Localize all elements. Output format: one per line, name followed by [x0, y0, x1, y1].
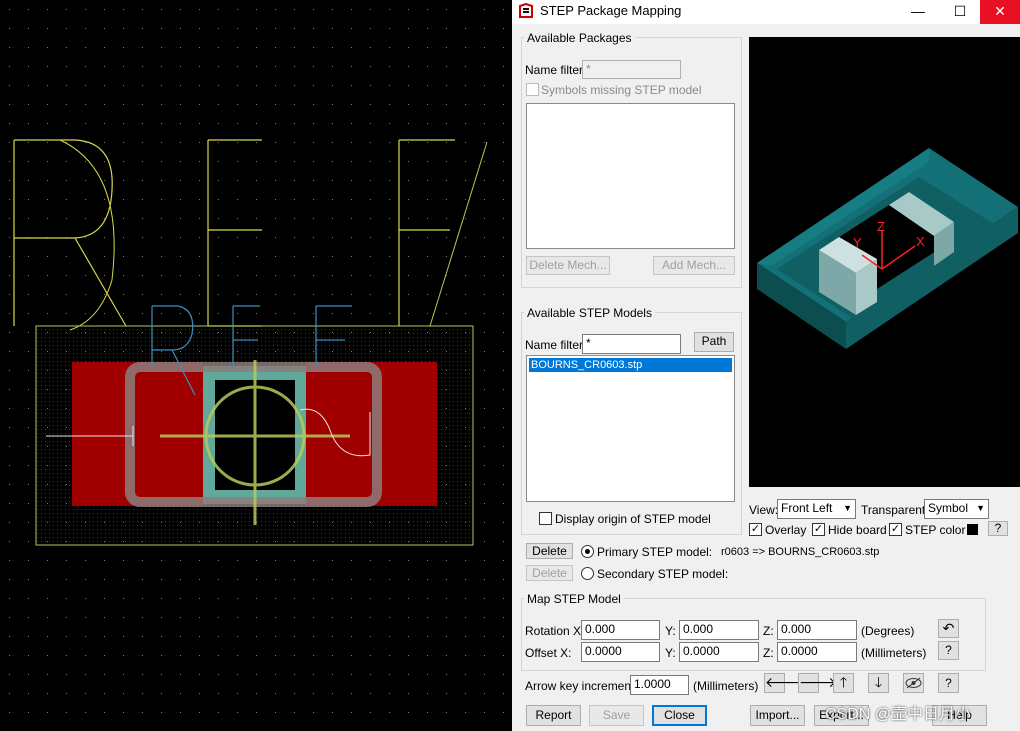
arrow-key-unit: (Millimeters) — [693, 679, 759, 693]
secondary-label: Secondary STEP model: — [597, 567, 729, 581]
move-down-icon[interactable]: 🡓 — [868, 673, 889, 693]
arrow-key-input[interactable]: 1.0000 — [630, 675, 689, 695]
step-color-checkbox[interactable]: ✓ — [889, 523, 902, 536]
delete-primary-button[interactable]: Delete — [526, 543, 573, 559]
models-list[interactable]: BOURNS_CR0603.stp — [526, 355, 735, 502]
offset-z-input[interactable]: 0.0000 — [777, 642, 857, 662]
secondary-radio[interactable] — [581, 567, 594, 580]
viewer-help-button[interactable]: ? — [988, 521, 1008, 536]
overlay-label: Overlay — [765, 523, 807, 537]
view-label: View: — [749, 503, 779, 517]
available-models-title: Available STEP Models — [524, 306, 655, 320]
primary-value: r0603 => BOURNS_CR0603.stp — [721, 546, 880, 558]
symbols-missing-checkbox[interactable] — [526, 83, 539, 96]
step-mapping-dialog: STEP Package Mapping — ☐ ✕ Available Pac… — [512, 0, 1020, 731]
packages-list[interactable] — [526, 103, 735, 249]
primary-radio[interactable] — [581, 545, 594, 558]
map-step-model-title: Map STEP Model — [524, 592, 624, 606]
available-packages-title: Available Packages — [524, 31, 635, 45]
pkg-name-filter-label: Name filter: — [525, 63, 587, 77]
rotation-z-input[interactable]: 0.000 — [777, 620, 857, 640]
path-button[interactable]: Path — [694, 332, 734, 352]
chevron-down-icon: ▼ — [976, 503, 985, 513]
model-name-filter-input[interactable]: * — [582, 334, 681, 354]
rotation-x-label: Rotation X: — [525, 624, 585, 638]
minimize-button[interactable]: — — [898, 0, 938, 24]
offset-y-label: Y: — [665, 646, 676, 660]
rotation-unit: (Degrees) — [861, 624, 915, 638]
hide-board-label: Hide board — [828, 523, 887, 537]
offset-y-input[interactable]: 0.0000 — [679, 642, 759, 662]
chevron-down-icon: ▼ — [843, 503, 852, 513]
title-bar: STEP Package Mapping — ☐ ✕ — [512, 0, 1020, 24]
delete-secondary-button[interactable]: Delete — [526, 565, 573, 581]
map-help-button[interactable]: ? — [938, 641, 959, 660]
arrow-help-button[interactable]: ? — [938, 673, 959, 693]
watermark-text: CSDN @壶中日月小 — [825, 706, 972, 723]
transparent-select-value: Symbol — [928, 501, 969, 515]
rotation-y-label: Y: — [665, 624, 676, 638]
step-color-label: STEP color — [905, 523, 966, 537]
pad-1 — [72, 362, 203, 506]
pkg-name-filter-input[interactable]: * — [582, 60, 681, 79]
rotation-x-input[interactable]: 0.000 — [581, 620, 660, 640]
move-up-icon[interactable]: 🡑 — [833, 673, 854, 693]
close-button[interactable]: Close — [652, 705, 707, 726]
rotation-y-input[interactable]: 0.000 — [679, 620, 759, 640]
move-left-icon[interactable]: 🡐 — [764, 673, 803, 693]
view-select[interactable]: Front Left ▼ — [777, 499, 856, 519]
view-select-value: Front Left — [781, 501, 833, 515]
delete-mech-button[interactable]: Delete Mech... — [526, 256, 610, 275]
step-3d-viewer[interactable]: Z Y X — [749, 37, 1020, 487]
axis-z-label: Z — [877, 219, 885, 234]
offset-unit: (Millimeters) — [861, 646, 927, 660]
move-right-icon[interactable]: 🡒 — [798, 673, 837, 693]
display-origin-checkbox[interactable] — [539, 512, 552, 525]
save-button[interactable]: Save — [589, 705, 644, 726]
pcb-canvas[interactable] — [0, 0, 512, 731]
hide-board-checkbox[interactable]: ✓ — [812, 523, 825, 536]
transparent-label: Transparent: — [861, 503, 929, 517]
offset-x-label: Offset X: — [525, 646, 572, 660]
axis-x-label: X — [916, 234, 925, 249]
transparent-select[interactable]: Symbol ▼ — [924, 499, 989, 519]
maximize-button[interactable]: ☐ — [940, 0, 980, 24]
offset-z-label: Z: — [763, 646, 774, 660]
step-color-swatch[interactable] — [967, 524, 978, 535]
app-icon — [518, 3, 534, 19]
eye-icon[interactable] — [903, 673, 924, 693]
symbols-missing-label: Symbols missing STEP model — [541, 83, 702, 97]
offset-x-input[interactable]: 0.0000 — [581, 642, 660, 662]
add-mech-button[interactable]: Add Mech... — [653, 256, 735, 275]
import-button[interactable]: Import... — [750, 705, 805, 726]
close-window-button[interactable]: ✕ — [980, 0, 1020, 24]
arrow-key-label: Arrow key increment: — [525, 679, 638, 693]
window-title: STEP Package Mapping — [540, 3, 682, 18]
model-name-filter-label: Name filter: — [525, 338, 587, 352]
report-button[interactable]: Report — [526, 705, 581, 726]
axis-y-label: Y — [853, 235, 862, 250]
rotate-icon[interactable]: ↶ — [938, 619, 959, 638]
primary-label: Primary STEP model: — [597, 545, 713, 559]
overlay-checkbox[interactable]: ✓ — [749, 523, 762, 536]
model-list-item[interactable]: BOURNS_CR0603.stp — [529, 358, 732, 372]
pad-2 — [306, 362, 437, 506]
display-origin-label: Display origin of STEP model — [555, 512, 711, 526]
rotation-z-label: Z: — [763, 624, 774, 638]
